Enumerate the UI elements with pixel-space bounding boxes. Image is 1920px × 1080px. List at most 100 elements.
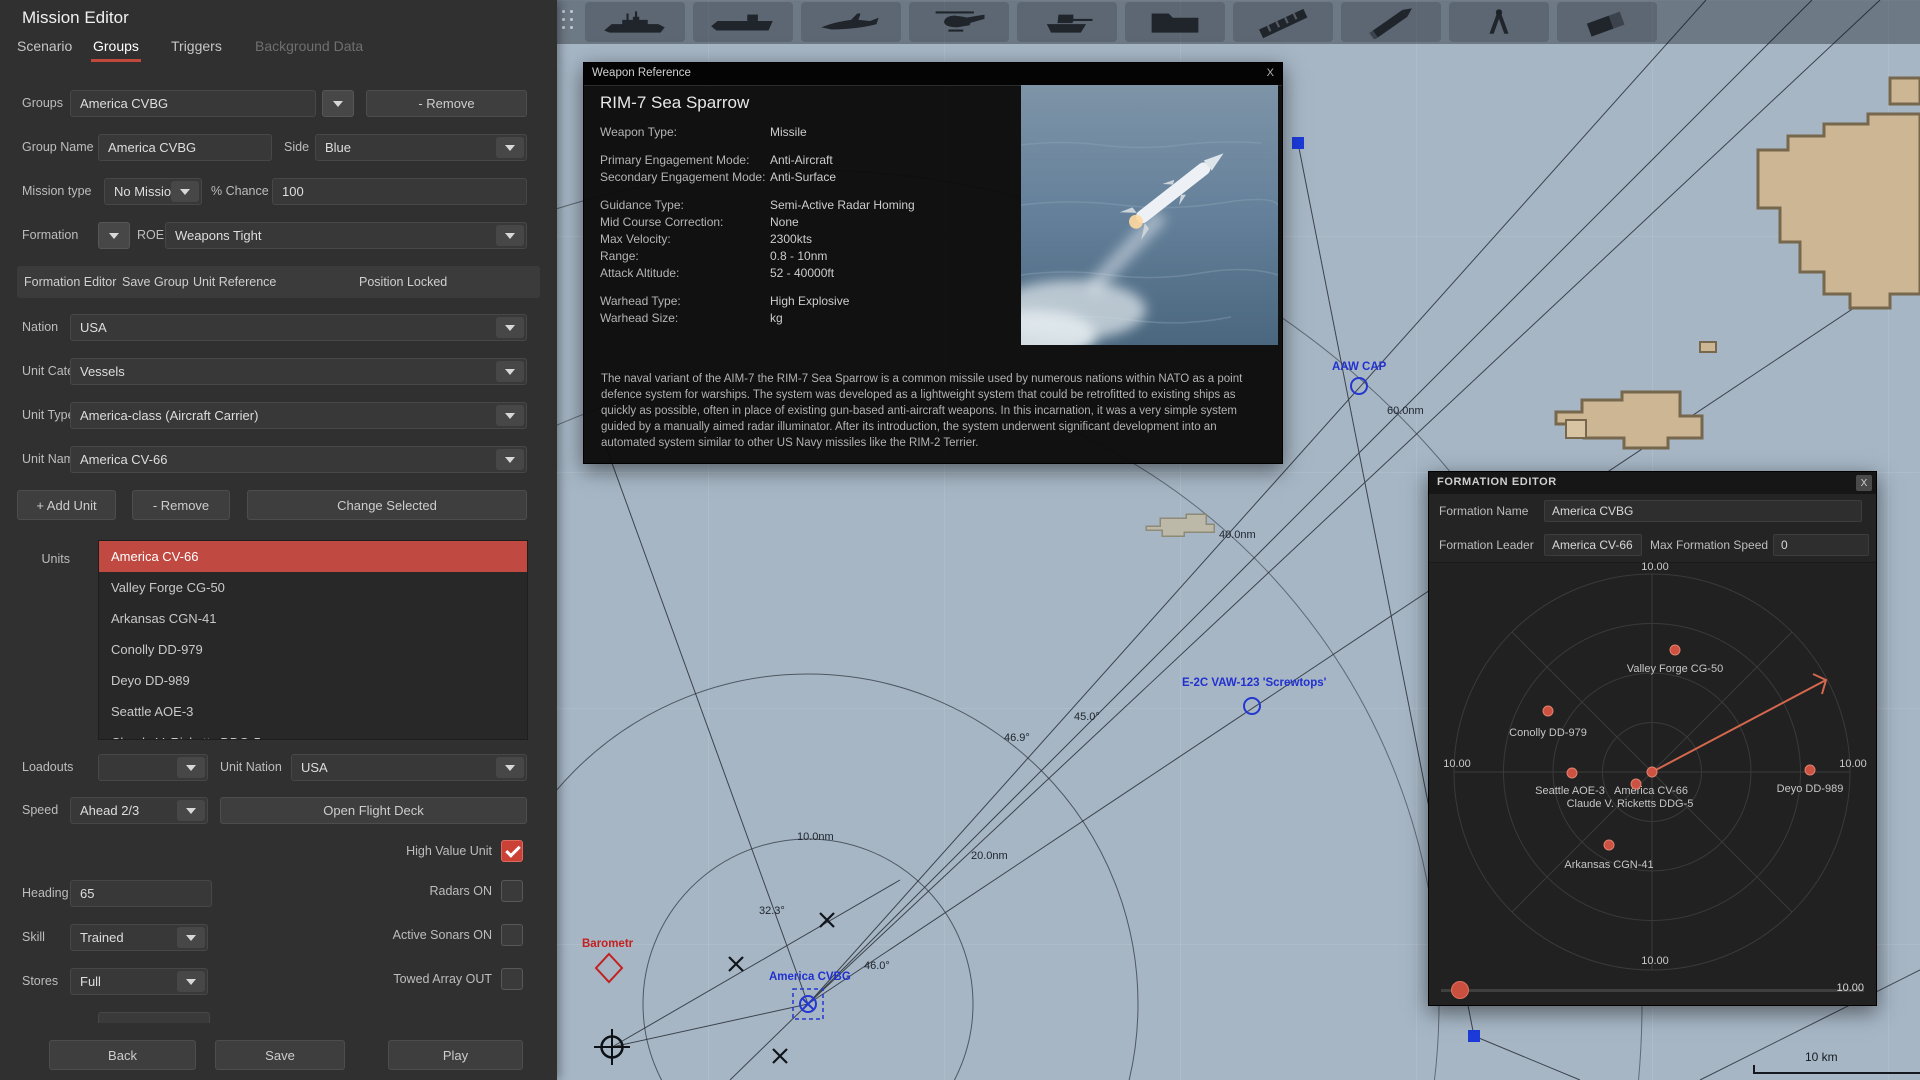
play-button[interactable]: Play	[388, 1040, 523, 1070]
pencil-icon[interactable]	[1341, 2, 1441, 42]
chevron-down-icon	[496, 757, 524, 778]
formation-unit-dot[interactable]	[1804, 764, 1816, 776]
map-label: AAW CAP	[1332, 361, 1387, 373]
formation-dropdown-button[interactable]	[98, 222, 130, 249]
weapon-field-label: Primary Engagement Mode:	[600, 153, 750, 167]
drag-handle-icon[interactable]	[562, 10, 576, 34]
unit-row[interactable]: America CV-66	[99, 541, 527, 572]
unit-nation-value: USA	[301, 760, 328, 775]
weapon-reference-window: Weapon Reference X RIM-7 Sea Sparrow Wea…	[583, 62, 1283, 464]
barometr-marker[interactable]	[594, 952, 624, 984]
skill-select[interactable]: Trained	[70, 924, 208, 951]
hvu-checkbox[interactable]	[501, 840, 523, 862]
nation-select[interactable]: USA	[70, 314, 527, 341]
formation-unit-dot[interactable]	[1630, 778, 1642, 790]
warship-icon[interactable]	[585, 2, 685, 42]
back-button[interactable]: Back	[49, 1040, 196, 1070]
position-locked-toggle[interactable]: Position Locked	[359, 266, 447, 298]
tab-groups[interactable]: Groups	[91, 34, 141, 62]
helicopter-icon[interactable]	[909, 2, 1009, 42]
weapon-field-label: Mid Course Correction:	[600, 215, 724, 229]
unit-type-select[interactable]: America-class (Aircraft Carrier)	[70, 402, 527, 429]
aircraft-carrier-icon[interactable]	[693, 2, 793, 42]
slider-track[interactable]	[1441, 989, 1864, 992]
open-flight-deck-button[interactable]: Open Flight Deck	[220, 797, 527, 824]
formation-unit-dot[interactable]	[1566, 767, 1578, 779]
units-list[interactable]: America CV-66 Valley Forge CG-50 Arkansas …	[98, 540, 528, 740]
unit-row[interactable]: Claude V. Ricketts DDG-5	[99, 727, 527, 739]
map-label: 45.0°	[1074, 711, 1100, 723]
nation-label: Nation	[22, 320, 59, 334]
ruler-icon[interactable]	[1233, 2, 1333, 42]
aircraft-icon[interactable]	[801, 2, 901, 42]
unit-reference-button[interactable]: Unit Reference	[193, 266, 276, 298]
unit-row[interactable]: Conolly DD-979	[99, 634, 527, 665]
e2c-unit-marker[interactable]	[1243, 697, 1261, 715]
page-title: Mission Editor	[22, 8, 129, 27]
formation-unit-dot[interactable]	[1646, 766, 1658, 778]
unit-row[interactable]: Arkansas CGN-41	[99, 603, 527, 634]
side-select[interactable]: Blue	[315, 134, 527, 161]
unit-type-label: Unit Type	[22, 408, 75, 422]
dividers-icon[interactable]	[1449, 2, 1549, 42]
mission-type-select[interactable]: No Mission	[104, 178, 202, 205]
remove-group-button[interactable]: - Remove	[366, 90, 527, 117]
tab-triggers[interactable]: Triggers	[171, 34, 222, 58]
tab-background-data[interactable]: Background Data	[255, 34, 363, 58]
formation-plot[interactable]	[1429, 472, 1876, 1005]
formation-editor-button[interactable]: Formation Editor	[24, 266, 116, 298]
unit-row[interactable]: Seattle AOE-3	[99, 696, 527, 727]
save-button[interactable]: Save	[215, 1040, 345, 1070]
weapon-field-value: Anti-Aircraft	[770, 153, 833, 167]
heading-input[interactable]	[70, 880, 212, 907]
side-label: Side	[284, 140, 310, 154]
add-unit-button[interactable]: + Add Unit	[17, 490, 116, 520]
active-sonars-checkbox[interactable]	[501, 924, 523, 946]
unit-name-select[interactable]: America CV-66	[70, 446, 527, 473]
weapon-reference-titlebar[interactable]: Weapon Reference X	[584, 63, 1282, 86]
formation-unit-dot[interactable]	[1669, 644, 1681, 656]
remove-unit-button[interactable]: - Remove	[132, 490, 230, 520]
weapon-field-value: 2300kts	[770, 232, 813, 246]
weapon-field-label: Warhead Size:	[600, 311, 679, 325]
groups-label: Groups	[22, 96, 63, 110]
eraser-icon[interactable]	[1557, 2, 1657, 42]
loadouts-select[interactable]	[98, 754, 208, 781]
nation-value: USA	[80, 320, 107, 335]
radars-checkbox[interactable]	[501, 880, 523, 902]
group-name-input[interactable]	[98, 134, 272, 161]
formation-unit-dot[interactable]	[1603, 839, 1615, 851]
waypoint-square[interactable]	[1292, 137, 1304, 149]
tab-scenario[interactable]: Scenario	[17, 34, 72, 58]
unit-nation-select[interactable]: USA	[291, 754, 527, 781]
unit-row[interactable]: Valley Forge CG-50	[99, 572, 527, 603]
roe-value: Weapons Tight	[175, 228, 262, 243]
aaw-cap-marker[interactable]	[1350, 377, 1368, 395]
roe-select[interactable]: Weapons Tight	[165, 222, 527, 249]
axis-label-left: 10.00	[1443, 758, 1471, 770]
map-scale: 10 km	[1700, 1050, 1920, 1080]
waypoint-square[interactable]	[1468, 1030, 1480, 1042]
change-selected-button[interactable]: Change Selected	[247, 490, 527, 520]
unit-row[interactable]: Deyo DD-989	[99, 665, 527, 696]
tank-icon[interactable]	[1017, 2, 1117, 42]
save-group-button[interactable]: Save Group	[122, 266, 189, 298]
group-dropdown-button[interactable]	[322, 90, 354, 117]
group-select-field[interactable]	[70, 90, 316, 117]
chance-input[interactable]	[272, 178, 527, 205]
map-label: 46.0°	[864, 960, 890, 972]
formation-editor-window: FORMATION EDITOR X Formation Name Format…	[1428, 471, 1877, 1006]
formation-unit-dot[interactable]	[1542, 705, 1554, 717]
close-icon[interactable]: X	[1267, 67, 1274, 79]
formation-range-slider[interactable]: 10.00	[1439, 980, 1866, 1002]
folder-icon[interactable]	[1125, 2, 1225, 42]
slider-knob[interactable]	[1451, 981, 1469, 999]
stores-select[interactable]: Full	[70, 968, 208, 995]
unit-category-select[interactable]: Vessels	[70, 358, 527, 385]
map-label: 46.9°	[1004, 732, 1030, 744]
towed-array-checkbox[interactable]	[501, 968, 523, 990]
chevron-down-icon	[496, 361, 524, 382]
formation-unit-label: America CV-66	[1614, 785, 1688, 797]
speed-select[interactable]: Ahead 2/3	[70, 797, 208, 824]
reticle-marker[interactable]	[594, 1029, 630, 1065]
